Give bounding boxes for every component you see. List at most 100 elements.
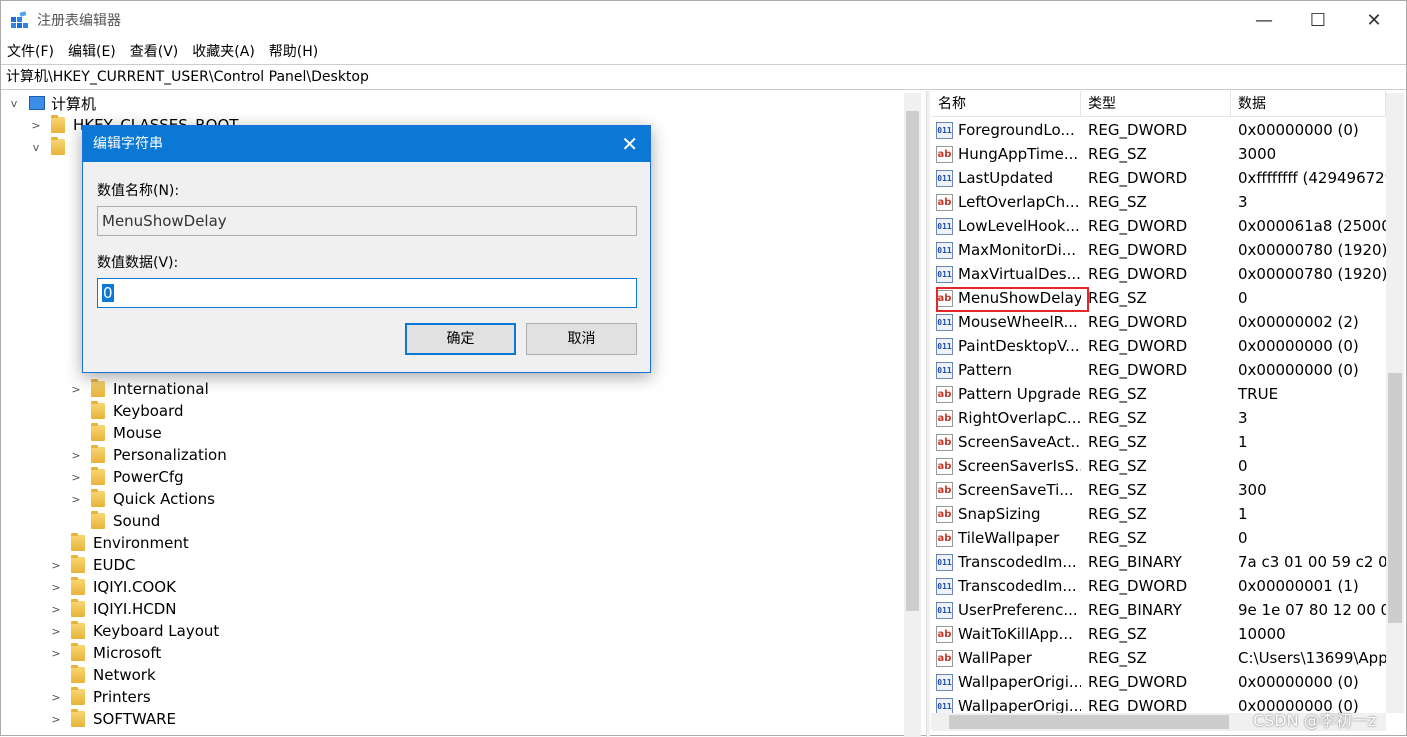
- value-row[interactable]: ab ScreenSaveTi... REG_SZ 300: [931, 478, 1386, 502]
- chevron-down-icon[interactable]: v: [29, 141, 43, 154]
- chevron-right-icon[interactable]: >: [49, 713, 63, 726]
- scrollbar-thumb[interactable]: [1388, 373, 1402, 623]
- chevron-right-icon[interactable]: >: [49, 581, 63, 594]
- tree-item[interactable]: > International: [69, 378, 209, 400]
- chevron-down-icon[interactable]: v: [7, 97, 21, 110]
- value-type-cell: REG_SZ: [1088, 385, 1147, 403]
- value-row[interactable]: ab LeftOverlapCh... REG_SZ 3: [931, 190, 1386, 214]
- value-data-input[interactable]: 0: [97, 278, 637, 308]
- list-scrollbar[interactable]: [1386, 93, 1404, 713]
- value-data-cell: 1: [1238, 505, 1248, 523]
- value-data-cell: 0: [1238, 457, 1248, 475]
- chevron-right-icon[interactable]: >: [49, 691, 63, 704]
- chevron-right-icon[interactable]: >: [49, 559, 63, 572]
- value-row[interactable]: 011 Pattern REG_DWORD 0x00000000 (0): [931, 358, 1386, 382]
- value-row[interactable]: 011 TranscodedIm... REG_DWORD 0x00000001 (1…: [931, 574, 1386, 598]
- pane-splitter[interactable]: [926, 91, 930, 737]
- chevron-right-icon[interactable]: >: [49, 647, 63, 660]
- tree-item[interactable]: Network: [49, 664, 156, 686]
- tree-scrollbar[interactable]: [904, 93, 921, 737]
- value-row[interactable]: 011 PaintDesktopV... REG_DWORD 0x00000000 (…: [931, 334, 1386, 358]
- address-bar[interactable]: 计算机\HKEY_CURRENT_USER\Control Panel\Desk…: [1, 64, 1406, 90]
- watermark: CSDN @李初一z: [1253, 711, 1377, 730]
- menu-help[interactable]: 帮助(H): [269, 41, 318, 61]
- value-row[interactable]: 011 WallpaperOrigi... REG_DWORD 0x00000000 …: [931, 670, 1386, 694]
- value-row[interactable]: ab ScreenSaverIsS... REG_SZ 0: [931, 454, 1386, 478]
- folder-icon: [91, 489, 105, 507]
- value-name-text: Pattern Upgrade: [958, 385, 1081, 403]
- value-row[interactable]: ab RightOverlapC... REG_SZ 3: [931, 406, 1386, 430]
- ok-button[interactable]: 确定: [405, 323, 516, 355]
- tree-item-label: Sound: [113, 512, 161, 530]
- column-header-name[interactable]: 名称: [931, 91, 1081, 117]
- value-row[interactable]: 011 LowLevelHook... REG_DWORD 0x000061a8 (2…: [931, 214, 1386, 238]
- value-row[interactable]: 011 ForegroundLo... REG_DWORD 0x00000000 (0…: [931, 118, 1386, 142]
- chevron-right-icon[interactable]: >: [69, 471, 83, 484]
- maximize-button[interactable]: ☐: [1295, 1, 1341, 39]
- menu-file[interactable]: 文件(F): [7, 41, 54, 61]
- value-name-text: TileWallpaper: [958, 529, 1060, 547]
- tree-item[interactable]: > Personalization: [69, 444, 227, 466]
- value-row[interactable]: 011 MouseWheelR... REG_DWORD 0x00000002 (2): [931, 310, 1386, 334]
- tree-item[interactable]: > SOFTWARE: [49, 708, 176, 730]
- value-name-text: WaitToKillApp...: [958, 625, 1073, 643]
- value-row[interactable]: ab ScreenSaveAct... REG_SZ 1: [931, 430, 1386, 454]
- tree-item-computer[interactable]: v 计算机: [7, 92, 96, 114]
- binary-value-icon: 011: [936, 313, 953, 331]
- menu-view[interactable]: 查看(V): [130, 41, 179, 61]
- chevron-right-icon[interactable]: >: [69, 383, 83, 396]
- value-name-text: LeftOverlapCh...: [958, 193, 1080, 211]
- chevron-right-icon[interactable]: >: [69, 449, 83, 462]
- value-data-cell: 10000: [1238, 625, 1286, 643]
- value-row[interactable]: 011 MaxMonitorDi... REG_DWORD 0x00000780 (1…: [931, 238, 1386, 262]
- scrollbar-thumb[interactable]: [949, 715, 1229, 729]
- value-row[interactable]: ab TileWallpaper REG_SZ 0: [931, 526, 1386, 550]
- column-header-data[interactable]: 数据: [1231, 91, 1386, 117]
- menu-favorites[interactable]: 收藏夹(A): [192, 41, 255, 61]
- tree-item[interactable]: Keyboard: [69, 400, 184, 422]
- value-data-cell: 0: [1238, 289, 1248, 307]
- close-icon: ✕: [621, 132, 638, 156]
- cancel-button[interactable]: 取消: [526, 323, 637, 355]
- value-row[interactable]: ab HungAppTime... REG_SZ 3000: [931, 142, 1386, 166]
- value-name-text: TranscodedIm...: [958, 553, 1077, 571]
- tree-item[interactable]: > IQIYI.HCDN: [49, 598, 177, 620]
- dialog-close-button[interactable]: ✕: [621, 126, 638, 162]
- tree-item[interactable]: Sound: [69, 510, 160, 532]
- tree-item[interactable]: > Microsoft: [49, 642, 161, 664]
- value-row[interactable]: 011 UserPreferenc... REG_BINARY 9e 1e 07 80…: [931, 598, 1386, 622]
- tree-item[interactable]: Mouse: [69, 422, 162, 444]
- tree-item[interactable]: > PowerCfg: [69, 466, 184, 488]
- minimize-button[interactable]: —: [1241, 1, 1287, 39]
- tree-item[interactable]: > Printers: [49, 686, 151, 708]
- scrollbar-thumb[interactable]: [906, 111, 919, 611]
- value-row[interactable]: ab WaitToKillApp... REG_SZ 10000: [931, 622, 1386, 646]
- chevron-right-icon[interactable]: >: [49, 603, 63, 616]
- tree-item-label: Microsoft: [93, 644, 162, 662]
- tree-item-label: IQIYI.HCDN: [93, 600, 177, 618]
- tree-item[interactable]: > IQIYI.COOK: [49, 576, 176, 598]
- tree-item[interactable]: > Keyboard Layout: [49, 620, 219, 642]
- binary-value-icon: 011: [936, 361, 953, 379]
- value-row[interactable]: ab Pattern Upgrade REG_SZ TRUE: [931, 382, 1386, 406]
- folder-icon: [71, 709, 85, 727]
- value-row[interactable]: ab WallPaper REG_SZ C:\Users\13699\App: [931, 646, 1386, 670]
- tree-item[interactable]: > EUDC: [49, 554, 135, 576]
- value-row[interactable]: 011 LastUpdated REG_DWORD 0xffffffff (42949…: [931, 166, 1386, 190]
- value-row[interactable]: 011 TranscodedIm... REG_BINARY 7a c3 01 00 …: [931, 550, 1386, 574]
- value-row[interactable]: ab SnapSizing REG_SZ 1: [931, 502, 1386, 526]
- tree-item[interactable]: > Quick Actions: [69, 488, 215, 510]
- column-header-type[interactable]: 类型: [1081, 91, 1231, 117]
- folder-icon: [91, 445, 105, 463]
- value-row[interactable]: 011 MaxVirtualDes... REG_DWORD 0x00000780 (…: [931, 262, 1386, 286]
- menu-edit[interactable]: 编辑(E): [68, 41, 116, 61]
- close-window-button[interactable]: ✕: [1351, 1, 1397, 39]
- chevron-right-icon[interactable]: >: [49, 625, 63, 638]
- chevron-right-icon[interactable]: >: [29, 119, 43, 132]
- tree-item[interactable]: Environment: [49, 532, 189, 554]
- regedit-icon: [11, 11, 28, 28]
- string-value-icon: ab: [936, 433, 953, 451]
- value-name-text: MaxVirtualDes...: [958, 265, 1081, 283]
- chevron-right-icon[interactable]: >: [69, 493, 83, 506]
- tree-item-hkcu[interactable]: v: [29, 136, 73, 158]
